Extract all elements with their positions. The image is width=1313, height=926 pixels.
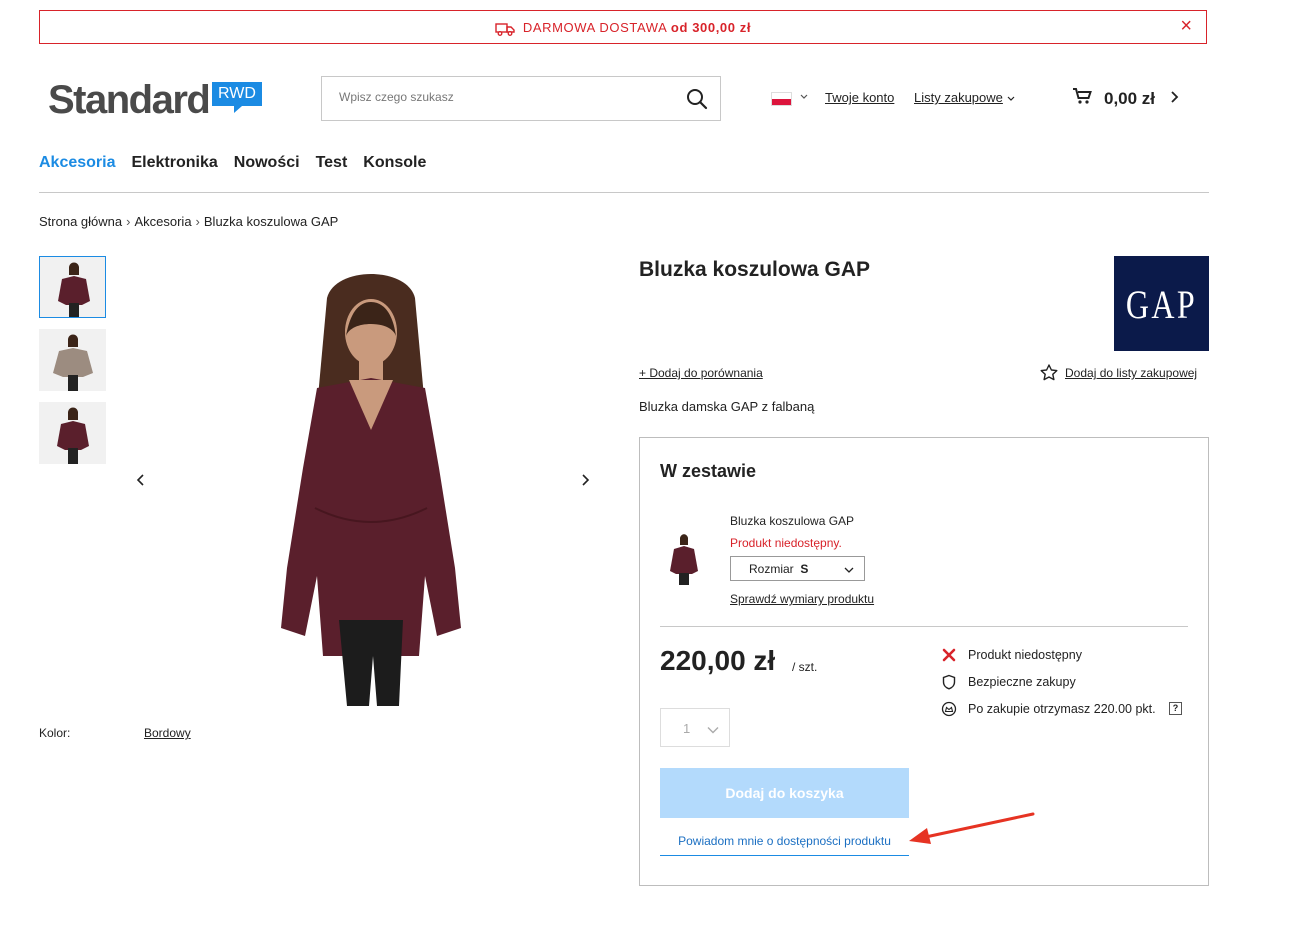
divider bbox=[660, 626, 1188, 627]
size-select[interactable]: Rozmiar S bbox=[730, 556, 865, 581]
chevron-right-icon: › bbox=[126, 214, 131, 229]
breadcrumb: Strona główna › Akcesoria › Bluzka koszulowa… bbox=[39, 214, 338, 229]
price-unit: / szt. bbox=[792, 660, 818, 674]
logo-wordmark: Standard bbox=[48, 78, 211, 122]
product-short-description: Bluzka damska GAP z falbaną bbox=[639, 399, 815, 414]
account-link[interactable]: Twoje konto bbox=[825, 90, 894, 105]
product-main-image[interactable] bbox=[255, 268, 485, 706]
nav-divider bbox=[39, 192, 1209, 193]
size-value: S bbox=[800, 562, 809, 576]
store-logo[interactable]: Standard RWD bbox=[48, 78, 262, 122]
size-label: Rozmiar bbox=[749, 562, 794, 576]
close-icon bbox=[941, 647, 957, 663]
nav-item-nowosci[interactable]: Nowości bbox=[234, 154, 300, 172]
nav-item-akcesoria[interactable]: Akcesoria bbox=[39, 154, 116, 172]
logo-badge: RWD bbox=[212, 82, 262, 113]
truck-icon bbox=[495, 22, 515, 39]
notify-availability-button[interactable]: Powiadom mnie o dostępności produktu bbox=[660, 833, 909, 856]
quantity-select[interactable]: 1 bbox=[660, 708, 730, 747]
set-title: W zestawie bbox=[660, 461, 757, 481]
product-title: Bluzka koszulowa GAP bbox=[639, 258, 871, 281]
chevron-right-icon: › bbox=[195, 214, 200, 229]
color-value-link[interactable]: Bordowy bbox=[144, 726, 191, 740]
promo-text: DARMOWA DOSTAWA od 300,00 zł bbox=[40, 20, 1206, 39]
add-to-compare-link[interactable]: + Dodaj do porównania bbox=[639, 366, 763, 380]
promo-text-main: DARMOWA DOSTAWA bbox=[522, 20, 667, 35]
product-thumbnail-3[interactable] bbox=[39, 402, 106, 464]
secure-shopping-text: Bezpieczne zakupy bbox=[968, 675, 1076, 689]
quantity-value: 1 bbox=[683, 721, 691, 736]
help-icon[interactable]: ? bbox=[1169, 702, 1182, 715]
shopping-lists-menu[interactable]: Listy zakupowe bbox=[914, 90, 1015, 105]
search-input[interactable] bbox=[337, 89, 661, 105]
product-dimensions-link[interactable]: Sprawdź wymiary produktu bbox=[730, 592, 874, 606]
search-icon[interactable] bbox=[686, 88, 708, 115]
chevron-down-icon[interactable] bbox=[800, 92, 808, 103]
cart-button[interactable]: 0,00 zł bbox=[1072, 87, 1155, 111]
chevron-right-icon[interactable] bbox=[581, 470, 591, 493]
chevron-down-icon bbox=[707, 721, 719, 739]
brand-logo[interactable]: GAP bbox=[1114, 256, 1209, 351]
nav-item-test[interactable]: Test bbox=[316, 154, 348, 172]
breadcrumb-current: Bluzka koszulowa GAP bbox=[203, 214, 339, 229]
main-nav: Akcesoria Elektronika Nowości Test Konsole bbox=[39, 154, 442, 172]
search-box bbox=[321, 76, 721, 121]
promo-text-threshold: od 300,00 zł bbox=[670, 20, 752, 35]
product-thumbnail-1[interactable] bbox=[39, 256, 106, 318]
language-flag-icon[interactable] bbox=[771, 92, 792, 106]
product-thumbnail-2[interactable] bbox=[39, 329, 106, 391]
color-label: Kolor: bbox=[39, 726, 71, 740]
cart-amount: 0,00 zł bbox=[1104, 89, 1156, 108]
breadcrumb-home[interactable]: Strona główna bbox=[39, 214, 122, 229]
star-icon[interactable] bbox=[1040, 364, 1058, 386]
chevron-down-icon bbox=[1007, 90, 1015, 105]
shield-icon bbox=[941, 674, 957, 690]
set-item-name: Bluzka koszulowa GAP bbox=[730, 514, 855, 528]
product-price: 220,00 zł bbox=[660, 645, 776, 676]
nav-item-konsole[interactable]: Konsole bbox=[363, 154, 426, 172]
set-item-image[interactable] bbox=[668, 533, 700, 585]
promo-bar: DARMOWA DOSTAWA od 300,00 zł × bbox=[39, 10, 1207, 44]
chevron-down-icon bbox=[844, 563, 854, 577]
close-icon[interactable]: × bbox=[1180, 16, 1192, 36]
shopping-lists-link[interactable]: Listy zakupowe bbox=[914, 90, 1003, 105]
availability-text: Produkt niedostępny bbox=[968, 648, 1082, 662]
annotation-arrow-icon bbox=[905, 808, 1037, 853]
add-to-cart-button[interactable]: Dodaj do koszyka bbox=[660, 768, 909, 818]
points-icon bbox=[941, 701, 957, 717]
chevron-left-icon[interactable] bbox=[135, 470, 145, 493]
set-item-status: Produkt niedostępny. bbox=[730, 536, 842, 550]
loyalty-points-text: Po zakupie otrzymasz 220.00 pkt. bbox=[968, 702, 1156, 716]
nav-item-elektronika[interactable]: Elektronika bbox=[132, 154, 218, 172]
add-to-shopping-list-link[interactable]: Dodaj do listy zakupowej bbox=[1065, 366, 1197, 380]
cart-icon bbox=[1072, 88, 1092, 109]
chevron-right-icon[interactable] bbox=[1170, 88, 1180, 109]
breadcrumb-category[interactable]: Akcesoria bbox=[134, 214, 191, 229]
brand-logo-text: GAP bbox=[1125, 282, 1198, 327]
